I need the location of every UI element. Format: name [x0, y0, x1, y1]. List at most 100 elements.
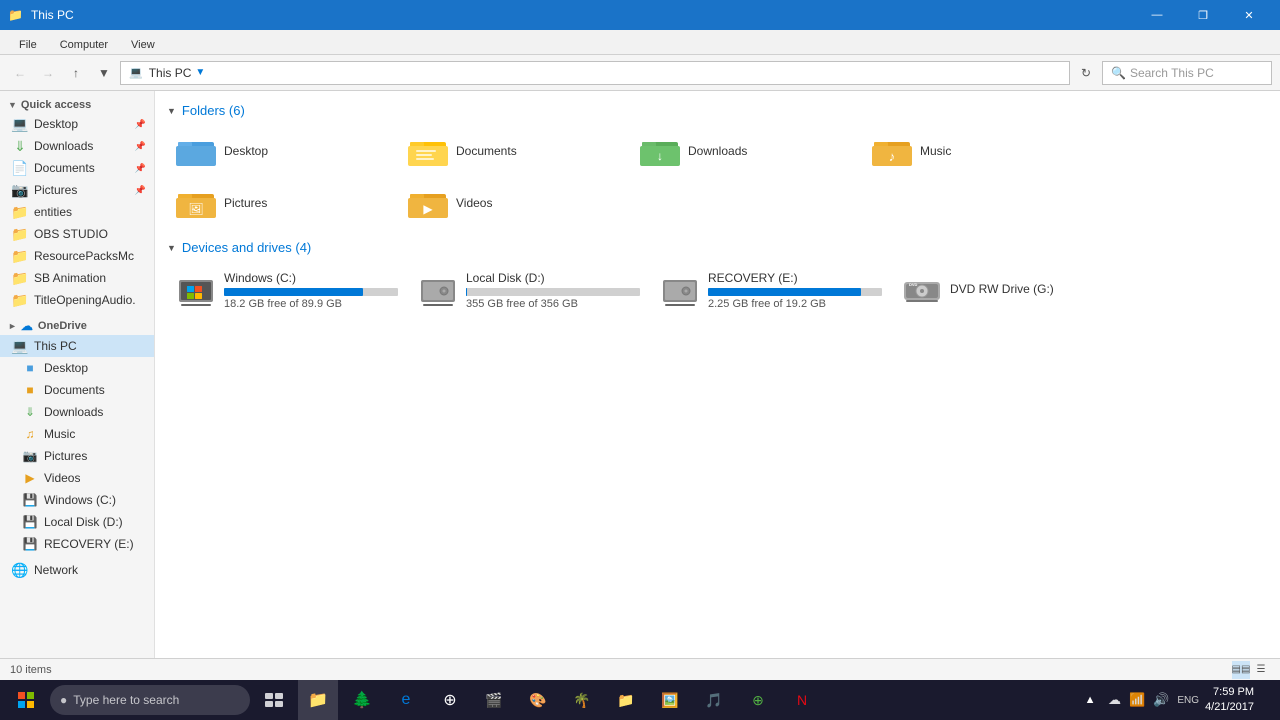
sidebar-item-thispc[interactable]: 💻 This PC	[0, 335, 154, 357]
sidebar-item-obs[interactable]: 📁 OBS STUDIO	[0, 223, 154, 245]
drives-section-header[interactable]: ▼ Devices and drives (4)	[167, 240, 1268, 255]
quick-access-header[interactable]: ▼ Quick access	[0, 95, 154, 113]
sidebar-item-pictures-quick[interactable]: 📷 Pictures 📌	[0, 179, 154, 201]
edge-taskbar[interactable]: e	[386, 680, 426, 720]
folders-header-text: Folders (6)	[182, 103, 245, 118]
sidebar-item-documents-quick[interactable]: 📄 Documents 📌	[0, 157, 154, 179]
drive-local-info: Local Disk (D:) 355 GB free of 356 GB	[466, 271, 640, 310]
folders-section-header[interactable]: ▼ Folders (6)	[167, 103, 1268, 118]
folder-item-downloads[interactable]: ↓ Downloads	[631, 126, 861, 176]
media-taskbar[interactable]: 🎬	[474, 680, 514, 720]
network-tray-icon[interactable]: 📶	[1129, 692, 1145, 708]
sidebar-item-pictures-pc[interactable]: 📷 Pictures	[0, 445, 154, 467]
maximize-button[interactable]: ❐	[1180, 0, 1226, 30]
xbox-taskbar[interactable]: ⊕	[738, 680, 778, 720]
sidebar-item-titleopening[interactable]: 📁 TitleOpeningAudio.	[0, 289, 154, 311]
sidebar-item-local-drive[interactable]: 💾 Local Disk (D:)	[0, 511, 154, 533]
drive-bar	[224, 288, 363, 296]
folder-item-music[interactable]: ♪ Music	[863, 126, 1093, 176]
sidebar-item-sbanimation[interactable]: 📁 SB Animation	[0, 267, 154, 289]
folder-item-desktop[interactable]: Desktop	[167, 126, 397, 176]
window-title: This PC	[31, 8, 74, 22]
sidebar-item-network[interactable]: 🌐 Network	[0, 559, 154, 581]
minimize-button[interactable]: —	[1134, 0, 1180, 30]
sidebar-item-resourcepacks[interactable]: 📁 ResourcePacksMc	[0, 245, 154, 267]
show-hidden-icons[interactable]: ▲	[1078, 688, 1102, 712]
refresh-button[interactable]: ↻	[1074, 61, 1098, 85]
folder-icon: 📁	[12, 226, 28, 242]
back-button[interactable]: ←	[8, 61, 32, 85]
show-desktop-button[interactable]	[1260, 680, 1266, 720]
game-taskbar[interactable]: 🌴	[562, 680, 602, 720]
sidebar-item-desktop-pc[interactable]: ■ Desktop	[0, 357, 154, 379]
sidebar-item-desktop-quick[interactable]: 💻 Desktop 📌	[0, 113, 154, 135]
sidebar-item-label: Videos	[44, 471, 80, 485]
recent-button[interactable]: ▼	[92, 61, 116, 85]
task-view-button[interactable]	[254, 680, 294, 720]
sidebar-item-videos-pc[interactable]: ▶ Videos	[0, 467, 154, 489]
close-button[interactable]: ✕	[1226, 0, 1272, 30]
taskbar: ● Type here to search 📁 🌲 e ⊕ 🎬 🎨 🌴 📁 🖼️	[0, 680, 1280, 720]
sidebar-item-entities[interactable]: 📁 entities	[0, 201, 154, 223]
drive-item-windows[interactable]: Windows (C:) 18.2 GB free of 89.9 GB	[167, 263, 407, 317]
sidebar-item-label: ResourcePacksMc	[34, 249, 134, 263]
file-explorer-taskbar[interactable]: 📁	[298, 680, 338, 720]
drive-windows-space: 18.2 GB free of 89.9 GB	[224, 298, 398, 310]
large-icons-button[interactable]: ▤▤	[1232, 661, 1250, 679]
address-path[interactable]: 💻 This PC ▼	[120, 61, 1070, 85]
sidebar-item-label: Downloads	[44, 405, 103, 419]
music2-taskbar[interactable]: 🎵	[694, 680, 734, 720]
pictures-icon: 📷	[12, 182, 28, 198]
svg-text:♪: ♪	[889, 149, 896, 164]
netflix-taskbar[interactable]: N	[782, 680, 822, 720]
sidebar-item-downloads-quick[interactable]: ⇓ Downloads 📌	[0, 135, 154, 157]
folder-item-videos[interactable]: ▶ Videos	[399, 178, 629, 228]
folder-videos-icon: ▶	[408, 185, 448, 221]
folder-item-documents[interactable]: Documents	[399, 126, 629, 176]
drive-item-recovery[interactable]: RECOVERY (E:) 2.25 GB free of 19.2 GB	[651, 263, 891, 317]
status-bar: 10 items ▤▤ ☰	[0, 658, 1280, 680]
drive-item-dvd[interactable]: DVD DVD RW Drive (G:)	[893, 263, 1133, 317]
drive-dvd-icon: DVD	[902, 270, 942, 310]
folder-icon: 📁	[12, 292, 28, 308]
sidebar-item-music-pc[interactable]: ♫ Music	[0, 423, 154, 445]
start-button[interactable]	[6, 680, 46, 720]
tab-computer[interactable]: Computer	[49, 35, 119, 54]
tray-clock[interactable]: 7:59 PM 4/21/2017	[1205, 685, 1254, 716]
content-area: ▼ Folders (6) Desktop	[155, 91, 1280, 658]
folder2-taskbar[interactable]: 📁	[606, 680, 646, 720]
search-box[interactable]: 🔍 Search This PC	[1102, 61, 1272, 85]
folder-pictures-icon: 🖼	[176, 185, 216, 221]
ribbon: File Computer View	[0, 30, 1280, 55]
chevron-down-icon: ▼	[8, 100, 17, 110]
onedrive-tray-icon[interactable]: ☁	[1108, 692, 1121, 708]
address-text: This PC	[149, 66, 192, 80]
details-button[interactable]: ☰	[1252, 661, 1270, 679]
sidebar-item-label: Music	[44, 427, 75, 441]
paint-taskbar[interactable]: 🎨	[518, 680, 558, 720]
photo-taskbar[interactable]: 🖼️	[650, 680, 690, 720]
sidebar-item-recovery-drive[interactable]: 💾 RECOVERY (E:)	[0, 533, 154, 555]
store-taskbar[interactable]: 🌲	[342, 680, 382, 720]
ime-tray-icon[interactable]: ENG	[1177, 695, 1199, 706]
drive-item-local[interactable]: Local Disk (D:) 355 GB free of 356 GB	[409, 263, 649, 317]
up-button[interactable]: ↑	[64, 61, 88, 85]
volume-tray-icon[interactable]: 🔊	[1153, 692, 1169, 708]
tab-file[interactable]: File	[8, 35, 48, 54]
taskbar-search[interactable]: ● Type here to search	[50, 685, 250, 715]
sidebar-item-label: Documents	[44, 383, 105, 397]
sidebar-item-documents-pc[interactable]: ■ Documents	[0, 379, 154, 401]
svg-text:🖼: 🖼	[188, 202, 203, 216]
tab-view[interactable]: View	[120, 35, 166, 54]
chrome-taskbar[interactable]: ⊕	[430, 680, 470, 720]
onedrive-header[interactable]: ► ☁ OneDrive	[0, 315, 154, 335]
drive-local-space: 355 GB free of 356 GB	[466, 298, 640, 310]
sidebar-item-windows-drive[interactable]: 💾 Windows (C:)	[0, 489, 154, 511]
drive-dvd-name: DVD RW Drive (G:)	[950, 282, 1124, 296]
drives-grid: Windows (C:) 18.2 GB free of 89.9 GB	[167, 263, 1268, 317]
folder-item-pictures[interactable]: 🖼 Pictures	[167, 178, 397, 228]
forward-button[interactable]: →	[36, 61, 60, 85]
sidebar-item-label: Local Disk (D:)	[44, 515, 123, 529]
sidebar-item-downloads-pc[interactable]: ⇓ Downloads	[0, 401, 154, 423]
sidebar-item-label: This PC	[34, 339, 77, 353]
